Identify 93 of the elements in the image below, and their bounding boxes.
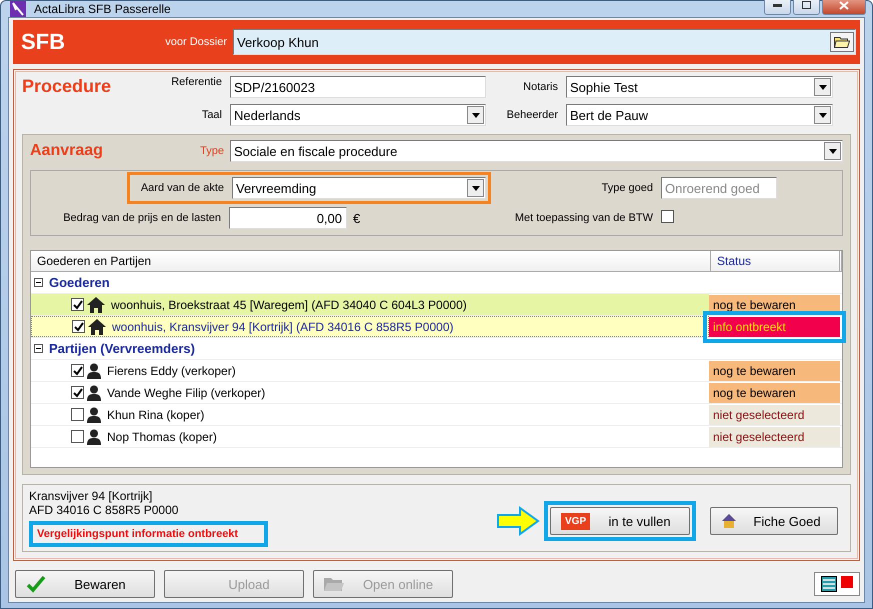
header-title: SFB [21,29,66,55]
tree-item[interactable]: Nop Thomas (koper) [31,426,709,447]
house-icon [88,318,106,334]
checkbox[interactable] [71,408,84,421]
dropdown[interactable]: Nederlands [230,104,486,126]
tree-item[interactable]: Vande Weghe Filip (verkoper) [31,382,709,403]
checkmark-icon [72,388,82,398]
dropdown[interactable]: Sociale en fiscale procedure [230,140,843,162]
amount-field[interactable]: 0,00 [229,207,347,229]
field-label: Type [199,145,225,157]
browse-button[interactable] [830,32,854,52]
status-label: info ontbreekt [709,316,840,336]
checkmark-icon [72,300,82,310]
section-title: Procedure [22,76,112,97]
maximize-button[interactable] [793,0,820,14]
person-icon [87,406,101,422]
column-header[interactable]: Goederen en Partijen [31,251,711,271]
collapse-toggle[interactable] [34,278,43,287]
caret-icon [472,186,480,190]
status-label: niet geselecteerd [709,426,840,446]
info-text: AFD 34016 C 858R5 P0000 [29,503,180,517]
save-button[interactable]: Bewaren [15,570,155,598]
close-button[interactable] [822,0,866,14]
checkbox[interactable] [72,320,85,333]
column-header[interactable]: Status [711,251,840,271]
field-label: Aard van de akte [140,182,225,194]
status-label: nog te bewaren [709,360,840,380]
tree-item[interactable]: Khun Rina (koper) [31,404,709,425]
tree-item[interactable]: woonhuis, Kransvijver 94 [Kortrijk] (AFD 34016 C 858R5 P0000) [31,316,709,337]
status-label: nog te bewaren [709,382,840,402]
tree-item[interactable]: Fierens Eddy (verkoper) [31,360,709,381]
list-icon [821,576,837,592]
item-label: Khun Rina (koper) [107,408,204,422]
caret-icon [818,84,826,90]
dropdown[interactable]: Vervreemding [232,177,486,199]
item-label: Nop Thomas (koper) [107,430,217,444]
checkbox[interactable] [71,298,84,311]
vgp-badge: VGP [561,512,590,530]
maximize-icon [802,1,811,9]
checkbox[interactable] [71,386,84,399]
caret-icon [828,148,836,154]
folder-icon [834,36,850,48]
checkbox[interactable] [71,430,84,443]
folder-icon [324,576,344,592]
field-label: Met toepassing van de BTW [514,212,654,224]
close-icon [839,0,849,10]
person-icon [87,384,101,400]
window-title: ActaLibra SFB Passerelle [34,2,172,16]
dropdown[interactable]: Sophie Test [566,76,833,98]
currency-label: € [353,210,362,226]
app-logo-icon [10,1,26,17]
status-label: niet geselecteerd [709,404,840,424]
tree-item[interactable]: woonhuis, Broekstraat 45 [Waregem] (AFD 34040 C 604L3 P0000) [31,294,709,315]
dossier-field[interactable]: Verkoop Khun [233,29,856,55]
person-icon [87,362,101,378]
checkmark-icon [74,322,84,332]
arrow-icon [496,506,540,536]
minus-icon [35,279,42,286]
info-text: Kransvijver 94 [Kortrijk] [29,489,154,503]
field-label: Beheerder [506,109,559,121]
item-label: woonhuis, Broekstraat 45 [Waregem] (AFD 34040 C 604L3 P0000) [111,298,467,312]
dossier-label: voor Dossier [164,36,228,48]
house-icon [721,513,737,529]
section-title: Aanvraag [30,142,104,160]
person-icon [87,428,101,444]
minus-icon [35,345,42,352]
field-label: Type goed [600,182,654,194]
collapse-toggle[interactable] [34,344,43,353]
minimize-button[interactable] [764,0,791,14]
checkmark-icon [26,575,46,593]
warning-message: Vergelijkingspunt informatie ontbreekt [29,521,268,547]
status-indicator-icon [841,576,853,588]
text-field[interactable]: SDP/2160023 [230,76,486,98]
checkmark-icon [72,366,82,376]
field-label: Notaris [522,81,559,93]
vgp-button[interactable]: VGP in te vullen [550,507,690,535]
field-label: Referentie [171,76,223,88]
field-label: Taal [200,109,223,121]
item-label: Fierens Eddy (verkoper) [107,364,236,378]
caret-icon [472,112,480,118]
minimize-icon [773,4,782,6]
checkbox[interactable] [71,364,84,377]
dropdown[interactable]: Bert de Pauw [566,104,833,126]
checkbox[interactable] [661,210,674,223]
group-label[interactable]: Partijen (Vervreemders) [49,341,195,356]
field-label: Bedrag van de prijs en de lasten [62,212,222,224]
house-icon [87,296,105,312]
group-label[interactable]: Goederen [49,275,110,290]
item-label: woonhuis, Kransvijver 94 [Kortrijk] (AFD 34016 C 858R5 P0000) [112,320,454,334]
fiche-button[interactable]: Fiche Goed [710,507,838,535]
item-label: Vande Weghe Filip (verkoper) [107,386,266,400]
text-field[interactable]: Onroerend goed [661,177,777,199]
caret-icon [818,112,826,118]
